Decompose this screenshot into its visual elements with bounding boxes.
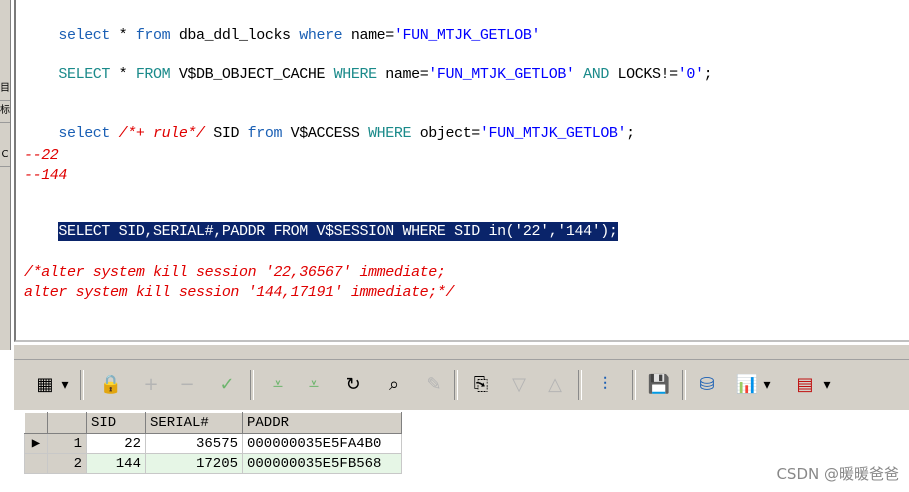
cell-serial[interactable]: 17205	[145, 453, 243, 474]
add-record-icon[interactable]: +	[140, 372, 162, 398]
pane-splitter[interactable]	[14, 344, 909, 360]
code-comment-2: --144	[24, 167, 68, 184]
column-header-sid[interactable]: SID	[86, 412, 146, 434]
cell-serial[interactable]: 36575	[145, 433, 243, 454]
nav-up-icon[interactable]: △	[544, 372, 566, 398]
result-grid-area: SID SERIAL# PADDR ▶ 1 22 36575 000000035…	[14, 410, 909, 492]
chart-dropdown-icon[interactable]: ▾	[760, 372, 774, 398]
table-dropdown-icon[interactable]: ▾	[820, 372, 834, 398]
delete-record-icon[interactable]: −	[176, 372, 198, 398]
row-indicator	[24, 453, 48, 474]
current-row-indicator-icon: ▶	[24, 433, 48, 454]
cell-paddr[interactable]: 000000035E5FB568	[242, 453, 402, 474]
database-icon[interactable]: ⛁	[694, 372, 720, 398]
lock-icon[interactable]: 🔒	[98, 372, 124, 398]
code-comment-1: --22	[24, 147, 59, 164]
table-row[interactable]: 2 144 17205 000000035E5FB568	[24, 453, 402, 474]
export-icon[interactable]: ⎘	[468, 372, 494, 398]
watermark: CSDN @暖暖爸爸	[776, 465, 899, 483]
save-icon[interactable]: 💾	[646, 372, 672, 398]
code-line-3: select /*+ rule*/ SID from V$ACCESS WHER…	[58, 125, 635, 142]
column-header-paddr[interactable]: PADDR	[242, 412, 402, 434]
table-row[interactable]: ▶ 1 22 36575 000000035E5FA4B0	[24, 433, 402, 454]
cell-sid[interactable]: 22	[86, 433, 146, 454]
fetch-all-icon[interactable]: ⩡	[302, 372, 326, 398]
cell-sid[interactable]: 144	[86, 453, 146, 474]
row-number[interactable]: 2	[47, 453, 87, 474]
post-changes-icon[interactable]: ✓	[214, 372, 240, 398]
chart-icon[interactable]: 📊	[734, 372, 760, 398]
clear-icon[interactable]: ✎	[422, 372, 446, 398]
block-comment-line-1: /*alter system kill session '22,36567' i…	[24, 264, 446, 281]
column-header-serial[interactable]: SERIAL#	[145, 412, 243, 434]
refresh-icon[interactable]: ↻	[342, 372, 364, 398]
grid-view-dropdown-icon[interactable]: ▾	[58, 372, 72, 398]
result-toolbar: ▦ ▾ 🔒 + − ✓ ⩡ ⩡ ↻ ⌕ ✎ ⎘ ▽ △ ⫶ 💾 ⛁ 📊 ▾ ▤ …	[14, 360, 909, 410]
table-icon[interactable]: ▤	[792, 372, 818, 398]
code-line-2: SELECT * FROM V$DB_OBJECT_CACHE WHERE na…	[58, 66, 713, 83]
grid-view-icon[interactable]: ▦	[32, 372, 58, 398]
row-number-header	[47, 412, 87, 434]
block-comment-line-2: alter system kill session '144,17191' im…	[24, 284, 455, 301]
sql-editor[interactable]: select * from dba_ddl_locks where name='…	[14, 0, 909, 342]
nav-down-icon[interactable]: ▽	[508, 372, 530, 398]
left-strip-tab-1[interactable]: 目	[0, 78, 10, 101]
result-grid: SID SERIAL# PADDR ▶ 1 22 36575 000000035…	[24, 412, 402, 474]
cell-paddr[interactable]: 000000035E5FA4B0	[242, 433, 402, 454]
tree-view-icon[interactable]: ⫶	[592, 372, 618, 398]
fetch-next-icon[interactable]: ⩡	[266, 372, 290, 398]
left-strip-tab-2[interactable]: 标	[0, 100, 10, 123]
row-number[interactable]: 1	[47, 433, 87, 454]
find-icon[interactable]: ⌕	[382, 372, 406, 398]
selected-sql-line[interactable]: SELECT SID,SERIAL#,PADDR FROM V$SESSION …	[24, 206, 618, 257]
grid-corner[interactable]	[24, 412, 48, 434]
selection-highlight[interactable]: SELECT SID,SERIAL#,PADDR FROM V$SESSION …	[58, 222, 618, 241]
left-strip-tab-3[interactable]: C	[0, 144, 10, 167]
left-panel-strip: 目 标 C	[0, 0, 11, 350]
